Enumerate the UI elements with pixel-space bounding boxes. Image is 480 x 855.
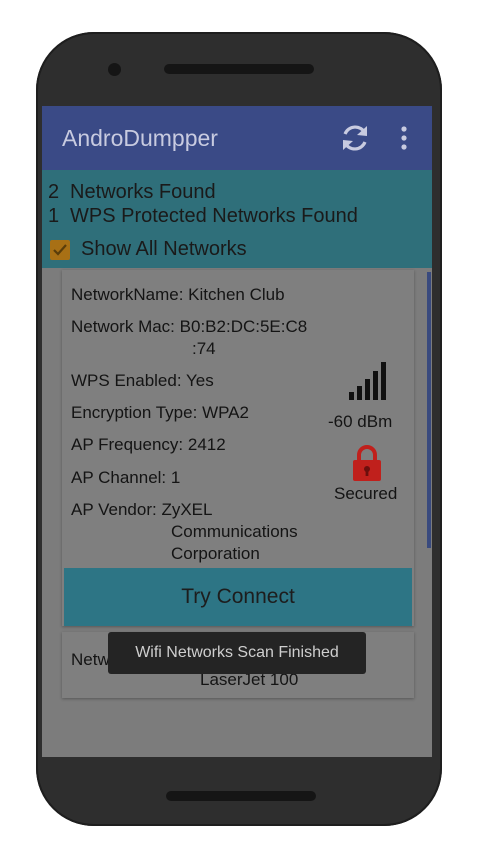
frequency-label: AP Frequency: [71,435,184,454]
wps-enabled-field: WPS Enabled: Yes [71,370,214,392]
show-all-label[interactable]: Show All Networks [81,238,247,261]
more-vert-icon[interactable] [398,125,410,151]
refresh-icon[interactable] [338,121,372,155]
signal-strength-icon [349,362,386,400]
channel-field: AP Channel: 1 [71,467,180,489]
second-network-label: Netw [71,650,110,669]
wps-enabled-value: Yes [185,371,214,390]
encryption-value: WPA2 [202,403,249,422]
network-name-label: NetworkName: [71,285,184,304]
network-name-value: Kitchen Club [188,285,285,304]
app-bar: AndroDumpper [42,106,432,170]
network-name-field: NetworkName: Kitchen Club [71,284,285,306]
encryption-label: Encryption Type: [71,403,198,422]
app-screen: AndroDumpper 2 Networks Found 1 WPS Protec… [42,106,432,757]
vendor-label: AP Vendor: [71,500,157,519]
show-all-checkbox[interactable] [50,240,70,260]
lock-icon [353,445,381,481]
vendor-field: AP Vendor: ZyXEL [71,499,212,521]
front-camera [108,63,121,76]
earpiece-speaker [164,64,314,74]
network-mac-value: B0:B2:DC:5E:C8 [179,317,308,336]
encryption-field: Encryption Type: WPA2 [71,402,249,424]
network-mac-label: Network Mac: [71,317,175,336]
wps-found-row: 1 WPS Protected Networks Found [48,205,358,228]
wps-enabled-label: WPS Enabled: [71,371,182,390]
vendor-value-cont: Communications [171,522,298,541]
app-title: AndroDumpper [62,125,218,151]
networks-found-row: 2 Networks Found [48,181,216,204]
frequency-field: AP Frequency: 2412 [71,434,226,456]
frequency-value: 2412 [187,435,226,454]
wps-found-label: WPS Protected Networks Found [70,205,358,227]
network-mac-value-cont: :74 [192,339,216,358]
channel-value: 1 [170,468,181,487]
networks-count: 2 [48,181,60,203]
network-mac-field: Network Mac: B0:B2:DC:5E:C8 [71,316,307,338]
signal-strength-value: -60 dBm [328,412,393,431]
networks-found-label: Networks Found [70,181,216,203]
security-status: Secured [334,484,398,503]
channel-label: AP Channel: [71,468,167,487]
vendor-value: ZyXEL [161,500,213,519]
bottom-speaker [166,791,316,801]
checkmark-icon [53,244,67,256]
scan-finished-toast: Wifi Networks Scan Finished [108,632,366,674]
vendor-value-cont2: Corporation [171,544,260,563]
scrollbar[interactable] [427,272,431,548]
try-connect-button[interactable]: Try Connect [64,568,412,626]
wps-count: 1 [48,205,60,227]
